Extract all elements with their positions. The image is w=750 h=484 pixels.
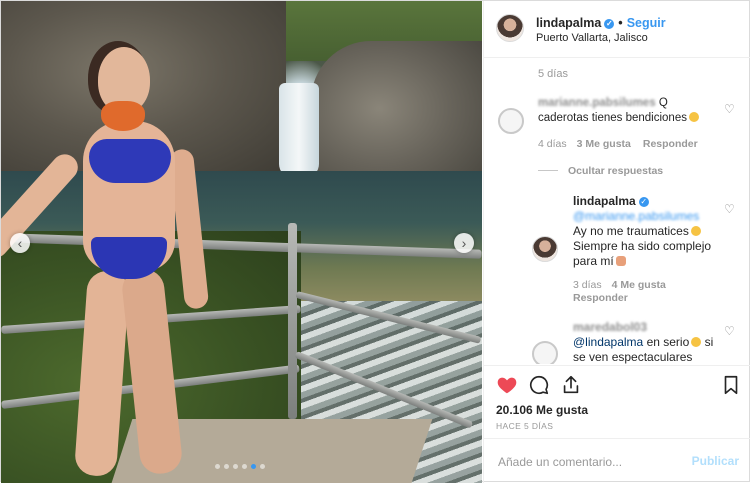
reply-author-avatar[interactable] [532, 341, 558, 364]
author-avatar[interactable] [496, 14, 524, 42]
reply-text: en serio [646, 335, 690, 349]
comment-time: 4 días [538, 138, 567, 150]
person-bikini-top [89, 139, 171, 183]
comment-icon[interactable] [528, 374, 550, 396]
reply-author-avatar[interactable] [532, 236, 558, 262]
carousel-next-button[interactable]: › [454, 233, 474, 253]
save-bookmark-icon[interactable] [720, 374, 742, 396]
author-line: lindapalma ✓ • Seguir [536, 16, 666, 30]
astonished-face-icon [688, 112, 699, 122]
reply-meta: 3 días 4 Me gusta [573, 279, 666, 291]
photo-railing-post [288, 223, 297, 419]
comment-reply-button[interactable]: Responder [643, 138, 698, 150]
reply-like-heart-icon[interactable]: ♡ [724, 202, 735, 216]
reply-mention[interactable]: @marianne.pabsilumes [573, 209, 699, 223]
carousel-dot[interactable] [224, 464, 229, 469]
person-scarf [101, 101, 145, 131]
reply-username[interactable]: maredabol03 [573, 320, 647, 334]
reply-like-heart-icon[interactable]: ♡ [724, 324, 735, 338]
hide-replies-label: Ocultar respuestas [568, 165, 664, 177]
reply-username[interactable]: lindapalma [573, 194, 636, 208]
publish-button[interactable]: Publicar [692, 454, 739, 468]
likes-count[interactable]: 20.106 Me gusta [496, 403, 588, 417]
comment-likes-count[interactable]: 3 Me gusta [577, 138, 631, 150]
carousel-prev-button[interactable]: ‹ [10, 233, 30, 253]
commenter-avatar[interactable] [498, 108, 524, 134]
carousel-dot[interactable] [242, 464, 247, 469]
carousel-dot[interactable] [215, 464, 220, 469]
location-link[interactable]: Puerto Vallarta, Jalisco [536, 32, 648, 44]
header-separator: • [618, 16, 623, 30]
person-leg-left [73, 269, 131, 478]
author-username[interactable]: lindapalma [536, 16, 601, 30]
carousel-dot[interactable] [251, 464, 256, 469]
reply-text: Ay no me traumatices [573, 224, 689, 238]
carousel-dot[interactable] [260, 464, 265, 469]
comments-list[interactable]: 5 días marianne.pabsilumes Q caderotas t… [484, 58, 750, 364]
comment-composer: Publicar [484, 438, 750, 484]
instagram-post: ‹ › lindapalma ✓ • Seguir Puerto Vallarta, … [0, 0, 750, 483]
verified-badge-icon: ✓ [604, 19, 615, 29]
caption-time: 5 días [538, 68, 568, 80]
share-icon[interactable] [560, 374, 582, 396]
post-header: lindapalma ✓ • Seguir Puerto Vallarta, Jali… [484, 1, 750, 58]
reply-likes-count[interactable]: 4 Me gusta [612, 279, 666, 291]
reply-time: 3 días [573, 279, 602, 291]
post-timestamp[interactable]: HACE 5 DÍAS [496, 421, 553, 431]
photo-rock-right [311, 41, 482, 191]
photo-person [1, 41, 221, 481]
post-photo[interactable]: ‹ › [1, 1, 482, 483]
smiling-face-icon [690, 226, 701, 236]
add-comment-input[interactable] [496, 452, 680, 472]
carousel-dots [215, 464, 265, 469]
follow-button[interactable]: Seguir [627, 16, 666, 30]
carousel-dot[interactable] [233, 464, 238, 469]
hide-replies-line [538, 170, 558, 171]
reply-mention[interactable]: @lindapalma [573, 335, 643, 349]
verified-badge-icon: ✓ [638, 197, 649, 207]
reply-item: maredabol03 @lindapalma en serio si se v… [573, 320, 715, 364]
person-leg-right [120, 267, 184, 476]
reply-reply-button[interactable]: Responder [573, 292, 628, 304]
photo-waterfall [279, 83, 319, 178]
reply-text-2: Siempre ha sido complejo para mí [573, 239, 712, 268]
person-facepalming-icon [615, 256, 626, 266]
astonished-face-icon [691, 337, 702, 347]
comment-username[interactable]: marianne.pabsilumes [538, 97, 656, 109]
like-heart-icon[interactable] [496, 374, 518, 396]
hide-replies-button[interactable]: Ocultar respuestas [538, 165, 663, 177]
comment-like-heart-icon[interactable]: ♡ [724, 102, 735, 116]
post-actions: 20.106 Me gusta HACE 5 DÍAS [484, 365, 750, 438]
comment-meta: 4 días 3 Me gusta Responder [538, 138, 698, 150]
post-side-panel: lindapalma ✓ • Seguir Puerto Vallarta, Jali… [483, 1, 750, 483]
comment-item: marianne.pabsilumes Q caderotas tienes b… [538, 96, 718, 126]
reply-item: lindapalma ✓ @marianne.pabsilumes Ay no m… [573, 194, 715, 269]
